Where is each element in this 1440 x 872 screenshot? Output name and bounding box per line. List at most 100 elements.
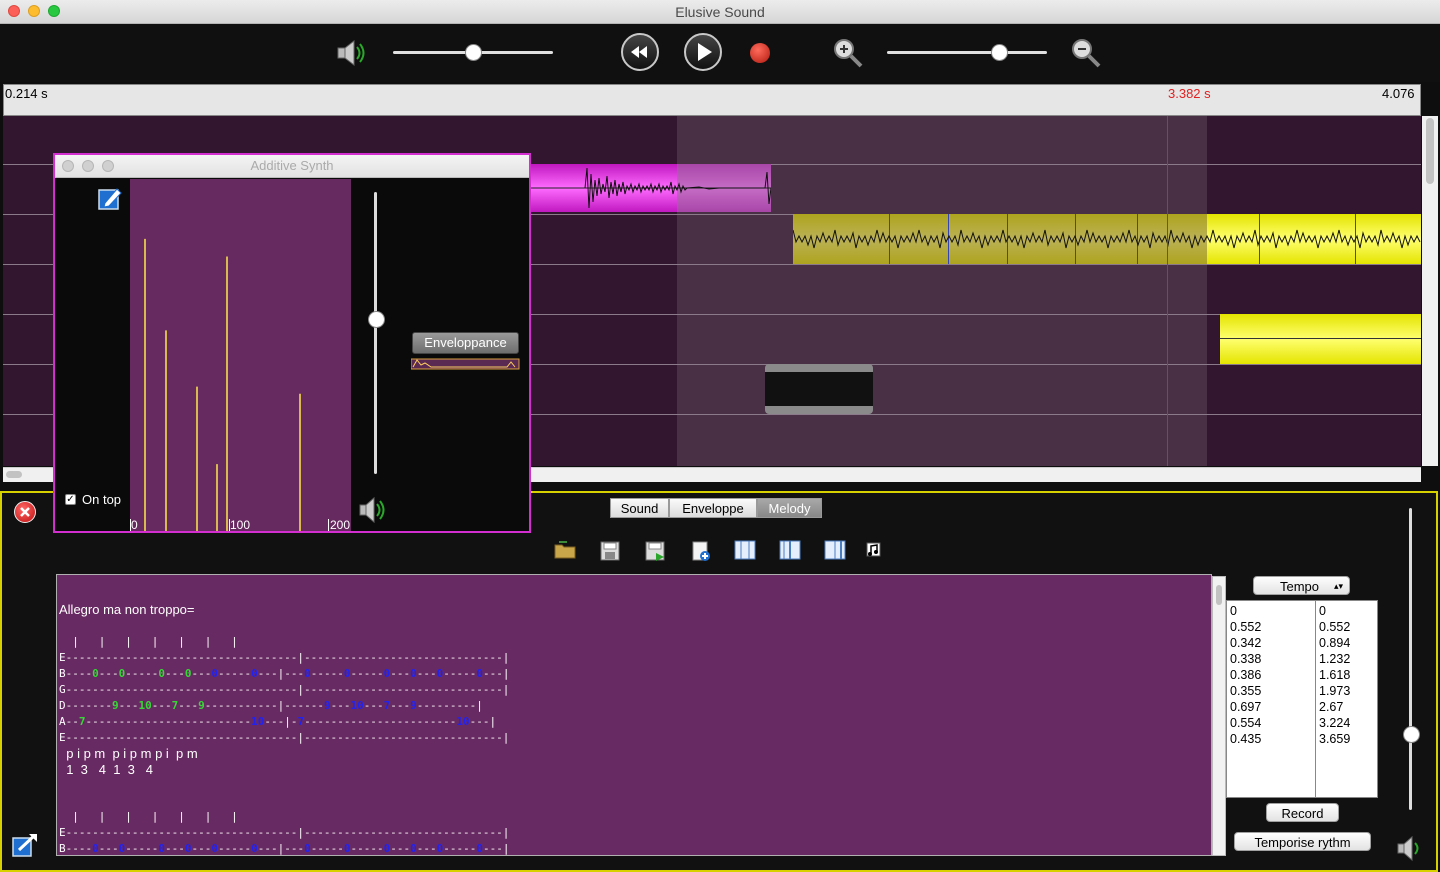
synth-volume-knob[interactable] bbox=[368, 310, 385, 328]
scrollbar-thumb[interactable] bbox=[1216, 585, 1222, 605]
synth-volume-slider[interactable] bbox=[374, 192, 377, 474]
audio-clip-magenta[interactable] bbox=[529, 164, 771, 212]
tempo-cell[interactable]: 0.697 bbox=[1230, 699, 1261, 715]
ruler-cursor-time: 3.382 s bbox=[1168, 86, 1211, 101]
waveform bbox=[793, 229, 1421, 249]
tick-mark bbox=[130, 519, 131, 531]
columns-icon[interactable] bbox=[733, 539, 757, 561]
output-volume-knob[interactable] bbox=[1403, 725, 1420, 743]
columns-delete-icon[interactable] bbox=[823, 539, 847, 561]
tempo-cell[interactable]: 0.435 bbox=[1230, 731, 1261, 747]
tab-string-b-2: B----0---0-----0---0---0-----0---|---0--… bbox=[59, 842, 510, 855]
time-ruler[interactable]: 0.214 s 3.382 s 4.076 bbox=[3, 84, 1421, 116]
freq-tick: 200 bbox=[330, 518, 351, 532]
output-volume-slider[interactable] bbox=[1409, 508, 1412, 810]
chevron-updown-icon: ▴▾ bbox=[1333, 581, 1343, 591]
record-tempo-button[interactable]: Record bbox=[1266, 803, 1339, 822]
tempo-cell[interactable]: 3.224 bbox=[1319, 715, 1350, 731]
editor-vertical-scrollbar[interactable] bbox=[1212, 576, 1226, 856]
view-tabs: Sound Enveloppe Melody bbox=[610, 498, 822, 518]
tempo-cell[interactable]: 3.659 bbox=[1319, 731, 1350, 747]
tempo-cell[interactable]: 0.552 bbox=[1230, 619, 1261, 635]
tab-bar-marks: | | | | | | | bbox=[59, 635, 238, 648]
tempo-cell[interactable]: 0.552 bbox=[1319, 619, 1350, 635]
envelope-preview[interactable] bbox=[411, 358, 521, 370]
tempo-table[interactable]: 0 0.552 0.342 0.338 0.386 0.355 0.697 0.554 0.43… bbox=[1226, 600, 1378, 798]
additive-synth-window: Additive Synth 0 100 200 Enveloppance ✓ … bbox=[53, 153, 531, 533]
export-icon[interactable] bbox=[11, 832, 39, 858]
transport-toolbar bbox=[0, 24, 1440, 82]
volume-icon[interactable] bbox=[336, 38, 368, 68]
melody-tab-editor[interactable]: Allegro ma non troppo= | | | | | | | E--… bbox=[56, 574, 1212, 856]
zoom-in-icon[interactable] bbox=[832, 37, 864, 69]
columns-insert-icon[interactable] bbox=[778, 539, 802, 561]
rewind-button[interactable] bbox=[621, 33, 659, 71]
scrollbar-thumb[interactable] bbox=[6, 471, 22, 478]
flat-waveform bbox=[1220, 338, 1421, 339]
synth-title: Additive Synth bbox=[250, 158, 334, 173]
spectrum-view[interactable]: 0 100 200 bbox=[130, 179, 351, 532]
tempo-cell[interactable]: 1.232 bbox=[1319, 651, 1350, 667]
save-icon[interactable] bbox=[599, 540, 621, 562]
tab-melody[interactable]: Melody bbox=[757, 498, 822, 518]
audio-clip-yellow[interactable] bbox=[793, 214, 1421, 264]
tab-string-a: A--7-------------------------10---|-7---… bbox=[59, 715, 497, 728]
zoom-out-icon[interactable] bbox=[1070, 37, 1102, 69]
tab-string-e-2: E-----------------------------------|---… bbox=[59, 826, 510, 839]
tracks-vertical-scrollbar[interactable] bbox=[1422, 116, 1438, 466]
tempo-cell[interactable]: 0.386 bbox=[1230, 667, 1261, 683]
melody-heading: Allegro ma non troppo= bbox=[59, 602, 195, 617]
tempo-cell[interactable]: 1.618 bbox=[1319, 667, 1350, 683]
window-title: Elusive Sound bbox=[675, 4, 765, 20]
tab-enveloppe[interactable]: Enveloppe bbox=[669, 498, 757, 518]
tempo-cell[interactable]: 0.338 bbox=[1230, 651, 1261, 667]
play-icon bbox=[698, 43, 712, 61]
zoom-slider-knob[interactable] bbox=[991, 44, 1008, 61]
ruler-end-time: 4.076 bbox=[1382, 86, 1415, 101]
rewind-icon bbox=[631, 46, 647, 58]
tab-bar-marks-2: | | | | | | | bbox=[59, 810, 238, 823]
tempo-column-durations: 0 0.552 0.342 0.338 0.386 0.355 0.697 0.554 0.43… bbox=[1230, 603, 1261, 747]
tempo-cell[interactable]: 0.355 bbox=[1230, 683, 1261, 699]
on-top-checkbox[interactable]: ✓ bbox=[65, 494, 76, 505]
tab-fingering: p i p m p i p m p i p m bbox=[59, 746, 198, 761]
close-panel-button[interactable] bbox=[14, 501, 36, 523]
enveloppance-button[interactable]: Enveloppance bbox=[412, 332, 519, 354]
tempo-select-value: Tempo bbox=[1280, 579, 1320, 594]
audio-clip-yellow-short[interactable] bbox=[1220, 314, 1421, 364]
tempo-cell[interactable]: 0 bbox=[1319, 603, 1350, 619]
playhead-cursor[interactable] bbox=[1167, 116, 1168, 466]
volume-icon[interactable] bbox=[1396, 834, 1424, 862]
synth-title-bar[interactable]: Additive Synth bbox=[55, 155, 529, 178]
tempo-cell[interactable]: 1.973 bbox=[1319, 683, 1350, 699]
tab-sound[interactable]: Sound bbox=[610, 498, 669, 518]
new-document-icon[interactable] bbox=[690, 540, 712, 562]
edit-icon[interactable] bbox=[97, 185, 123, 211]
zoom-slider[interactable] bbox=[887, 51, 1047, 54]
scrollbar-thumb[interactable] bbox=[1426, 118, 1434, 184]
tempo-cell[interactable]: 0 bbox=[1230, 603, 1261, 619]
music-note-icon[interactable] bbox=[866, 542, 882, 558]
tab-string-b: B----0---0-----0---0---0-----0---|---0--… bbox=[59, 667, 510, 680]
open-folder-icon[interactable] bbox=[553, 538, 577, 560]
audio-clip-gray[interactable] bbox=[765, 364, 873, 414]
play-button[interactable] bbox=[684, 33, 722, 71]
on-top-label: On top bbox=[82, 492, 122, 507]
record-button[interactable] bbox=[750, 43, 770, 63]
save-as-icon[interactable] bbox=[644, 540, 666, 562]
waveform bbox=[529, 167, 771, 209]
volume-slider-knob[interactable] bbox=[465, 44, 482, 61]
tempo-cell[interactable]: 0.894 bbox=[1319, 635, 1350, 651]
column-divider bbox=[1315, 601, 1316, 797]
tempo-column-times: 0 0.552 0.894 1.232 1.618 1.973 2.67 3.224 3.659 bbox=[1319, 603, 1350, 747]
tempo-cell[interactable]: 0.342 bbox=[1230, 635, 1261, 651]
tab-finger-numbers: 1 3 4 1 3 4 bbox=[59, 762, 153, 777]
tick-mark bbox=[328, 519, 329, 531]
tick-mark bbox=[229, 519, 230, 531]
temporise-rythm-button[interactable]: Temporise rythm bbox=[1234, 832, 1371, 851]
freq-tick: 0 bbox=[131, 518, 138, 532]
tempo-cell[interactable]: 0.554 bbox=[1230, 715, 1261, 731]
tempo-cell[interactable]: 2.67 bbox=[1319, 699, 1350, 715]
volume-icon[interactable] bbox=[358, 495, 388, 525]
tempo-select[interactable]: Tempo ▴▾ bbox=[1253, 576, 1350, 595]
